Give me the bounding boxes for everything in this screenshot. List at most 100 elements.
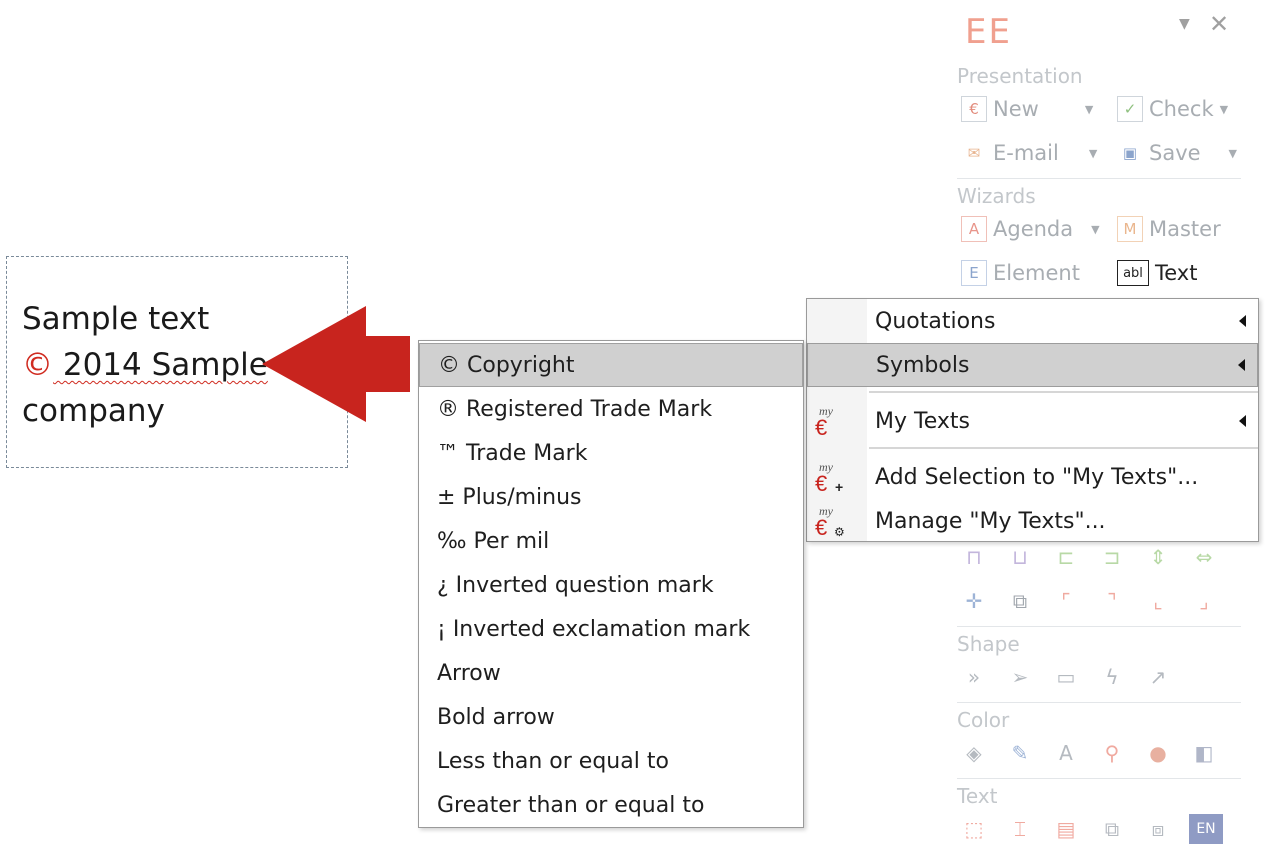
- corner-bl-icon[interactable]: ⌞: [1143, 586, 1173, 616]
- section-wizards: Wizards: [957, 184, 1036, 208]
- chevrons-icon[interactable]: »: [959, 662, 989, 692]
- sample-line-2: 2014 Sample: [53, 347, 268, 383]
- menu-item-label: Symbols: [876, 352, 970, 378]
- symbol-item-greater-equal[interactable]: Greater than or equal to: [419, 783, 803, 827]
- menu-item-quotations[interactable]: Quotations: [807, 299, 1258, 343]
- shape-icon-row: » ➢ ▭ ϟ ↗: [959, 662, 1173, 692]
- symbol-item-inverted-exclamation[interactable]: ¡ Inverted exclamation mark: [419, 607, 803, 651]
- symbol-item-bold-arrow[interactable]: Bold arrow: [419, 695, 803, 739]
- email-label: E-mail: [993, 141, 1059, 165]
- menu-separator: [869, 391, 1258, 393]
- master-button[interactable]: M Master: [1117, 216, 1221, 242]
- menu-item-label: My Texts: [875, 408, 970, 434]
- svg-text:+: +: [835, 479, 843, 495]
- color-wheel-icon[interactable]: ●: [1143, 738, 1173, 768]
- corner-tr-icon[interactable]: ⌝: [1097, 586, 1127, 616]
- my-texts-add-icon: my € +: [815, 460, 843, 495]
- save-label: Save: [1149, 141, 1201, 165]
- check-icon: ✓: [1117, 96, 1143, 122]
- divider: [957, 702, 1241, 703]
- font-color-icon[interactable]: A: [1051, 738, 1081, 768]
- text-wrap-icon[interactable]: ▤: [1051, 814, 1081, 844]
- color-icon-row: ◈ ✎ A ⚲ ● ◧: [959, 738, 1219, 768]
- menu-separator: [869, 447, 1258, 449]
- align-icon-row-2: ✛ ⧉ ⌜ ⌝ ⌞ ⌟: [959, 586, 1219, 616]
- svg-text:€: €: [815, 415, 827, 439]
- email-button[interactable]: ✉ E-mail ▼: [961, 140, 1098, 166]
- symbol-item-inverted-question[interactable]: ¿ Inverted question mark: [419, 563, 803, 607]
- color-swap-icon[interactable]: ◧: [1189, 738, 1219, 768]
- element-button[interactable]: E Element: [961, 260, 1080, 286]
- symbol-item-trademark[interactable]: ™ Trade Mark: [419, 431, 803, 475]
- eyedropper-icon[interactable]: ⚲: [1097, 738, 1127, 768]
- language-badge[interactable]: EN: [1189, 814, 1223, 844]
- align-left-icon[interactable]: ⊏: [1051, 542, 1081, 572]
- align-top-icon[interactable]: ⊓: [959, 542, 989, 572]
- center-icon[interactable]: ✛: [959, 586, 989, 616]
- save-dropdown-icon[interactable]: ▼: [1229, 147, 1237, 160]
- symbol-item-less-equal[interactable]: Less than or equal to: [419, 739, 803, 783]
- menu-item-symbols[interactable]: Symbols: [807, 343, 1258, 387]
- group-text-icon[interactable]: ⧉: [1005, 586, 1035, 616]
- divider: [957, 778, 1241, 779]
- sample-text[interactable]: Sample text © 2014 Sample company: [22, 296, 268, 434]
- menu-item-label: Quotations: [875, 308, 996, 334]
- lightning-shape-icon[interactable]: ϟ: [1097, 662, 1127, 692]
- arrow-shape-icon[interactable]: ➢: [1005, 662, 1035, 692]
- align-bottom-icon[interactable]: ⊔: [1005, 542, 1035, 572]
- save-icon: ▣: [1122, 144, 1138, 162]
- svg-text:⚙: ⚙: [834, 525, 845, 539]
- text-merge-icon[interactable]: ⧈: [1143, 814, 1173, 844]
- align-icon-row-1: ⊓ ⊔ ⊏ ⊐ ⇕ ⇔: [959, 542, 1219, 572]
- section-color: Color: [957, 708, 1010, 732]
- section-presentation: Presentation: [957, 64, 1083, 88]
- menu-item-label: Add Selection to "My Texts"...: [875, 464, 1199, 490]
- agenda-dropdown-icon[interactable]: ▼: [1091, 223, 1099, 236]
- element-label: Element: [993, 261, 1080, 285]
- submenu-arrow-icon: [1238, 359, 1245, 371]
- new-button[interactable]: € New ▼: [961, 96, 1093, 122]
- fill-color-icon[interactable]: ◈: [959, 738, 989, 768]
- symbol-item-copyright[interactable]: © Copyright: [419, 343, 803, 387]
- menu-item-add-selection[interactable]: my € + Add Selection to "My Texts"...: [807, 455, 1258, 499]
- check-label: Check: [1149, 97, 1214, 121]
- context-menu: Quotations Symbols my € My Texts my € + …: [806, 298, 1259, 542]
- svg-text:€: €: [815, 471, 827, 495]
- text-box-icon[interactable]: ⬚: [959, 814, 989, 844]
- sample-line-3: company: [22, 393, 165, 429]
- curve-shape-icon[interactable]: ↗: [1143, 662, 1173, 692]
- my-texts-icon: my €: [815, 404, 834, 439]
- symbol-item-arrow[interactable]: Arrow: [419, 651, 803, 695]
- section-text: Text: [957, 784, 998, 808]
- save-button[interactable]: ▣ Save ▼: [1117, 140, 1237, 166]
- stretch-width-icon[interactable]: ⇔: [1189, 542, 1219, 572]
- menu-item-manage-my-texts[interactable]: my € ⚙ Manage "My Texts"...: [807, 499, 1258, 543]
- symbol-item-plus-minus[interactable]: ± Plus/minus: [419, 475, 803, 519]
- tab-shape-icon[interactable]: ▭: [1051, 662, 1081, 692]
- check-button[interactable]: ✓ Check ▼: [1117, 96, 1228, 122]
- align-right-icon[interactable]: ⊐: [1097, 542, 1127, 572]
- panel-menu-chevron-icon[interactable]: ▼: [1179, 16, 1190, 32]
- menu-item-my-texts[interactable]: my € My Texts: [807, 399, 1258, 443]
- corner-tl-icon[interactable]: ⌜: [1051, 586, 1081, 616]
- divider: [957, 626, 1241, 627]
- check-dropdown-icon[interactable]: ▼: [1220, 103, 1228, 116]
- agenda-label: Agenda: [993, 217, 1074, 241]
- stretch-height-icon[interactable]: ⇕: [1143, 542, 1173, 572]
- new-presentation-icon: €: [961, 96, 987, 122]
- text-button[interactable]: abl Text: [1117, 260, 1197, 286]
- panel-close-icon[interactable]: ✕: [1209, 10, 1229, 38]
- symbol-item-per-mil[interactable]: ‰ Per mil: [419, 519, 803, 563]
- corner-br-icon[interactable]: ⌟: [1189, 586, 1219, 616]
- my-texts-manage-icon: my € ⚙: [815, 504, 845, 539]
- line-color-icon[interactable]: ✎: [1005, 738, 1035, 768]
- symbol-item-registered[interactable]: ® Registered Trade Mark: [419, 387, 803, 431]
- panel-title: EE: [965, 12, 1012, 52]
- agenda-button[interactable]: A Agenda ▼: [961, 216, 1100, 242]
- submenu-arrow-icon: [1239, 415, 1246, 427]
- new-dropdown-icon[interactable]: ▼: [1085, 103, 1093, 116]
- email-dropdown-icon[interactable]: ▼: [1089, 147, 1097, 160]
- new-label: New: [993, 97, 1039, 121]
- text-split-icon[interactable]: ⧉: [1097, 814, 1127, 844]
- text-fit-icon[interactable]: ⌶: [1005, 814, 1035, 844]
